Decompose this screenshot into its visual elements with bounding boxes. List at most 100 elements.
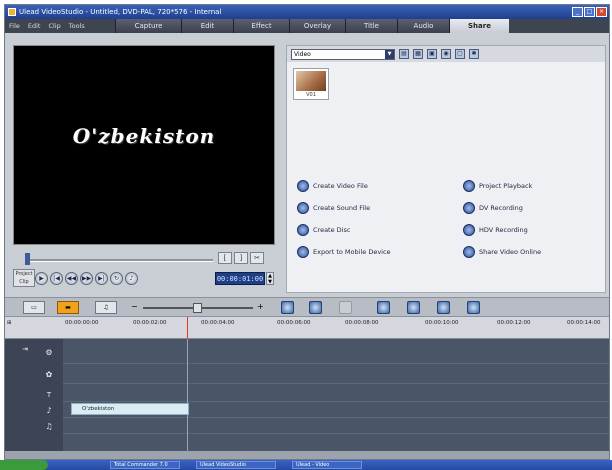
start-button[interactable] — [0, 460, 48, 470]
expand-icon[interactable]: ✱ — [469, 49, 479, 59]
window-controls: _ □ × — [572, 7, 607, 17]
end-icon[interactable]: ▶| — [95, 271, 108, 285]
track-lock-icon[interactable]: ⇥ — [19, 343, 31, 355]
clip-mode-label: Clip — [19, 279, 29, 285]
ruler-tick: 00:00:08:00 — [345, 320, 379, 326]
redo-icon[interactable] — [407, 301, 420, 314]
share-export-mobile[interactable]: Export to Mobile Device — [297, 246, 391, 258]
project-clip-toggle[interactable]: Project Clip — [13, 269, 35, 287]
scrubber[interactable] — [25, 253, 213, 267]
minimize-button[interactable]: _ — [572, 7, 583, 17]
tab-overlay[interactable]: Overlay — [289, 19, 345, 33]
library-toolbar: Video ▼ ▤ ▦ ▣ ◉ ▢ ✱ — [287, 46, 605, 62]
zoom-out-icon[interactable]: − — [131, 302, 138, 311]
tab-edit[interactable]: Edit — [181, 19, 233, 33]
taskbar-item[interactable]: Total Commander 7.0 — [110, 461, 180, 469]
menu-file[interactable]: File — [5, 22, 24, 30]
transport-controls: ▶ |◀ ◀◀ ▶▶ ▶| ↻ ♪ — [35, 269, 138, 287]
scrub-handle[interactable] — [25, 253, 30, 265]
fit-project-icon[interactable] — [281, 301, 294, 314]
volume-icon[interactable]: ♪ — [125, 271, 138, 285]
storyboard-view-button[interactable]: ▭ — [23, 301, 45, 314]
zoom-in-icon[interactable]: + — [257, 302, 264, 311]
tab-share[interactable]: Share — [449, 19, 509, 33]
sound-icon — [297, 202, 309, 214]
undo-icon[interactable] — [377, 301, 390, 314]
globe-icon — [463, 246, 475, 258]
play-icon[interactable]: ▶ — [35, 271, 48, 285]
project-mode-label: Project — [15, 271, 33, 277]
preview-window: O'zbekiston — [13, 45, 275, 245]
audio-view-button[interactable]: ♫ — [95, 301, 117, 314]
capture-icon[interactable]: ▣ — [427, 49, 437, 59]
ruler-tick: 00:00:10:00 — [425, 320, 459, 326]
overlay-track-icon: ✿ — [45, 370, 53, 379]
ruler-tick: 00:00:06:00 — [277, 320, 311, 326]
app-icon — [8, 8, 16, 16]
camcorder-icon — [463, 202, 475, 214]
tab-effect[interactable]: Effect — [233, 19, 289, 33]
zoom-slider-knob[interactable] — [193, 303, 202, 313]
share-dv-recording[interactable]: DV Recording — [463, 202, 523, 214]
repeat-icon[interactable]: ↻ — [110, 271, 123, 285]
record-icon[interactable] — [309, 301, 322, 314]
mark-out-button[interactable]: ] — [234, 252, 248, 264]
timecode-spinner[interactable]: ▲ ▼ — [266, 272, 274, 285]
trim-buttons: [ ] ✂ — [218, 252, 264, 264]
auto-music-icon[interactable] — [467, 301, 480, 314]
home-icon[interactable]: |◀ — [50, 271, 63, 285]
track-divider — [63, 433, 609, 434]
share-create-disc[interactable]: Create Disc — [297, 224, 350, 236]
ruler-track-manager-icon[interactable]: ⊞ — [7, 320, 12, 326]
thumbnail-image — [296, 71, 326, 91]
import-icon[interactable]: ▦ — [413, 49, 423, 59]
scrub-track — [25, 259, 213, 262]
tab-capture[interactable]: Capture — [115, 19, 181, 33]
film-icon — [297, 180, 309, 192]
tab-title[interactable]: Title — [345, 19, 397, 33]
previous-icon[interactable]: ◀◀ — [65, 271, 78, 285]
disc-icon[interactable]: ◉ — [441, 49, 451, 59]
voice-track-icon: ♪ — [46, 406, 52, 415]
library-panel: Video ▼ ▤ ▦ ▣ ◉ ▢ ✱ V01 Create Video Fil… — [286, 45, 606, 293]
timeline-scrollbar[interactable] — [5, 451, 609, 459]
chevron-down-icon: ▼ — [385, 49, 394, 59]
timeline-tracks: ⚙ ✿ T ♪ ♫ ⇥ O'zbekiston — [5, 339, 609, 451]
timecode-display[interactable]: 00:00:01:00 — [215, 272, 265, 285]
share-create-sound-file[interactable]: Create Sound File — [297, 202, 370, 214]
video-track-icon: ⚙ — [45, 348, 53, 357]
audio-mixer-icon[interactable] — [437, 301, 450, 314]
tab-audio[interactable]: Audio — [397, 19, 449, 33]
title-track-icon: T — [46, 391, 52, 399]
mobile-device-icon — [297, 246, 309, 258]
timeline-ruler[interactable]: ⊞ 00:00:00:00 00:00:02:00 00:00:04:00 00… — [5, 317, 609, 339]
menu-tools[interactable]: Tools — [65, 22, 89, 30]
timeline-view-button[interactable]: ▬ — [57, 301, 79, 314]
split-button[interactable]: ✂ — [250, 252, 264, 264]
library-thumbnail[interactable]: V01 — [293, 68, 329, 100]
next-icon[interactable]: ▶▶ — [80, 271, 93, 285]
taskbar-item[interactable]: Ulead - Video — [292, 461, 362, 469]
windows-taskbar: Total Commander 7.0 Ulead VideoStudio Ul… — [0, 460, 612, 470]
mark-in-button[interactable]: [ — [218, 252, 232, 264]
menu-edit[interactable]: Edit — [24, 22, 45, 30]
share-create-video-file[interactable]: Create Video File — [297, 180, 368, 192]
timeline-toolbar: ▭ ▬ ♫ − + — [5, 297, 609, 317]
library-dropdown[interactable]: Video ▼ — [291, 48, 395, 60]
preview-title-text: O'zbekiston — [72, 124, 216, 148]
zoom-slider[interactable] — [143, 303, 253, 313]
playhead-marker[interactable] — [187, 317, 188, 339]
close-button[interactable]: × — [596, 7, 607, 17]
ruler-tick: 00:00:14:00 — [567, 320, 601, 326]
maximize-button[interactable]: □ — [584, 7, 595, 17]
menu-clip[interactable]: Clip — [44, 22, 64, 30]
taskbar-item[interactable]: Ulead VideoStudio — [196, 461, 276, 469]
playback-icon — [463, 180, 475, 192]
folder-icon[interactable]: ▤ — [399, 49, 409, 59]
share-project-playback[interactable]: Project Playback — [463, 180, 532, 192]
share-video-online[interactable]: Share Video Online — [463, 246, 541, 258]
share-hdv-recording[interactable]: HDV Recording — [463, 224, 528, 236]
title-clip[interactable]: O'zbekiston — [71, 403, 189, 415]
options-icon[interactable]: ▢ — [455, 49, 465, 59]
thumbnail-caption: V01 — [306, 92, 316, 98]
